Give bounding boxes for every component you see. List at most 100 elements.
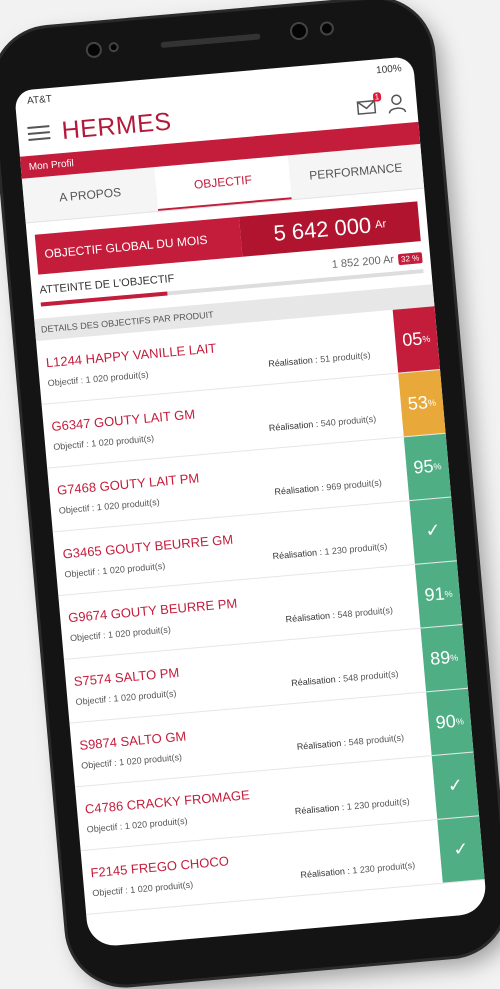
sensor-icon [85, 41, 103, 59]
percent-sign: % [455, 715, 465, 727]
objective-label: OBJECTIF GLOBAL DU MOIS [34, 216, 243, 275]
app-screen: AT&T 100% HERMES Mon Profil 1 A PROPOS O… [14, 56, 488, 948]
front-camera-icon [289, 21, 309, 41]
realisation-value: 548 produit(s) [337, 605, 394, 620]
objectif-prefix: Objectif : [86, 821, 123, 835]
realisation-prefix: Réalisation : [294, 802, 345, 817]
objectif-text: Objectif : 1 020 produit(s) [92, 879, 194, 898]
percent-value: 91 [423, 583, 446, 606]
menu-icon[interactable] [27, 125, 51, 141]
realisation-prefix: Réalisation : [274, 482, 325, 497]
percent-badge: 95% [403, 433, 452, 501]
objectif-value: 1 020 produit(s) [96, 496, 161, 513]
realisation-prefix: Réalisation : [285, 610, 336, 625]
objectif-text: Objectif : 1 020 produit(s) [81, 752, 183, 771]
attainment-percent-badge: 32 % [397, 251, 423, 265]
realisation-prefix: Réalisation : [268, 418, 319, 434]
speaker-grille [160, 33, 261, 49]
realisation-value: 548 produit(s) [348, 732, 405, 748]
carrier-label: AT&T [26, 93, 53, 107]
realisation-text: Réalisation : 51 produit(s) [268, 350, 371, 369]
attainment-value: 1 852 200 Ar [331, 253, 395, 271]
objectif-text: Objectif : 1 020 produit(s) [47, 369, 149, 388]
percent-value: 90 [434, 710, 457, 733]
objectif-prefix: Objectif : [69, 630, 106, 644]
percent-sign: % [421, 333, 431, 344]
realisation-text: Réalisation : 1 230 produit(s) [294, 796, 410, 816]
realisation-prefix: Réalisation : [296, 737, 347, 752]
realisation-value: 540 produit(s) [320, 413, 377, 429]
realisation-text: Réalisation : 1 230 produit(s) [300, 860, 416, 880]
realisation-value: 1 230 produit(s) [346, 796, 410, 812]
app-title: HERMES [60, 106, 173, 145]
percent-badge: 53% [398, 369, 446, 437]
realisation-prefix: Réalisation : [290, 673, 342, 689]
percent-badge: 90% [426, 688, 474, 756]
phone-device: AT&T 100% HERMES Mon Profil 1 A PROPOS O… [0, 0, 500, 989]
notification-badge: 1 [372, 92, 382, 102]
percent-sign: % [433, 460, 442, 472]
realisation-value: 969 produit(s) [325, 477, 383, 493]
objective-value-box: 5 642 000 Ar [238, 201, 421, 257]
sensor-icon [108, 41, 120, 53]
realisation-value: 1 230 produit(s) [324, 541, 388, 557]
objectif-value: 1 020 produit(s) [129, 879, 194, 895]
realisation-prefix: Réalisation : [300, 865, 351, 881]
objectif-text: Objectif : 1 020 produit(s) [53, 433, 155, 452]
percent-badge: 91% [414, 561, 463, 628]
objectif-text: Objectif : 1 020 produit(s) [64, 561, 166, 580]
objective-unit: Ar [374, 218, 387, 232]
objectif-value: 1 020 produit(s) [85, 369, 149, 385]
objectif-text: Objectif : 1 020 produit(s) [70, 624, 172, 643]
sensor-icon [319, 20, 335, 37]
check-glyph: ✓ [446, 774, 464, 796]
realisation-value: 51 produit(s) [319, 349, 371, 365]
objectif-value: 1 020 produit(s) [101, 560, 166, 577]
objectif-value: 1 020 produit(s) [90, 433, 155, 449]
check-glyph: ✓ [452, 838, 470, 860]
objectif-prefix: Objectif : [91, 885, 129, 899]
notification-button[interactable]: 1 [356, 92, 382, 116]
realisation-prefix: Réalisation : [272, 546, 323, 562]
check-icon: ✓ [409, 497, 457, 564]
objectif-prefix: Objectif : [58, 502, 95, 516]
check-glyph: ✓ [424, 519, 442, 541]
objectif-prefix: Objectif : [80, 757, 118, 771]
percent-value: 53 [407, 392, 429, 414]
percent-value: 89 [429, 647, 452, 669]
check-icon: ✓ [431, 752, 480, 819]
realisation-text: Réalisation : 1 230 produit(s) [272, 541, 388, 561]
realisation-text: Réalisation : 548 produit(s) [291, 669, 399, 688]
objectif-text: Objectif : 1 020 produit(s) [86, 816, 188, 835]
realisation-text: Réalisation : 540 produit(s) [268, 414, 376, 433]
percent-badge: 05% [392, 306, 441, 373]
percent-value: 05 [401, 328, 424, 351]
objectif-text: Objectif : 1 020 produit(s) [75, 688, 177, 707]
realisation-text: Réalisation : 969 produit(s) [274, 478, 382, 497]
user-icon[interactable] [386, 93, 408, 115]
battery-label: 100% [375, 62, 403, 76]
check-icon: ✓ [437, 816, 485, 883]
objectif-value: 1 020 produit(s) [124, 815, 188, 832]
percent-sign: % [427, 396, 437, 408]
realisation-prefix: Réalisation : [267, 354, 319, 369]
realisation-text: Réalisation : 548 produit(s) [296, 733, 404, 752]
objectif-value: 1 020 produit(s) [118, 751, 183, 768]
objective-value: 5 642 000 [272, 212, 373, 246]
objectif-value: 1 020 produit(s) [113, 688, 177, 704]
objectif-prefix: Objectif : [64, 566, 101, 580]
objectif-text: Objectif : 1 020 produit(s) [58, 497, 160, 516]
percent-sign: % [449, 652, 459, 663]
objectif-prefix: Objectif : [52, 438, 90, 452]
profile-label: Mon Profil [28, 157, 75, 173]
realisation-value: 548 produit(s) [342, 668, 399, 684]
percent-sign: % [444, 588, 454, 599]
objectif-prefix: Objectif : [75, 693, 112, 707]
product-list: L1244 HAPPY VANILLE LAIT Objectif : 1 02… [36, 306, 485, 915]
realisation-text: Réalisation : 548 produit(s) [285, 605, 393, 624]
realisation-value: 1 230 produit(s) [351, 860, 416, 876]
percent-badge: 89% [420, 624, 468, 692]
objectif-value: 1 020 produit(s) [107, 624, 172, 640]
percent-value: 95 [412, 455, 435, 478]
objectif-prefix: Objectif : [47, 375, 84, 389]
